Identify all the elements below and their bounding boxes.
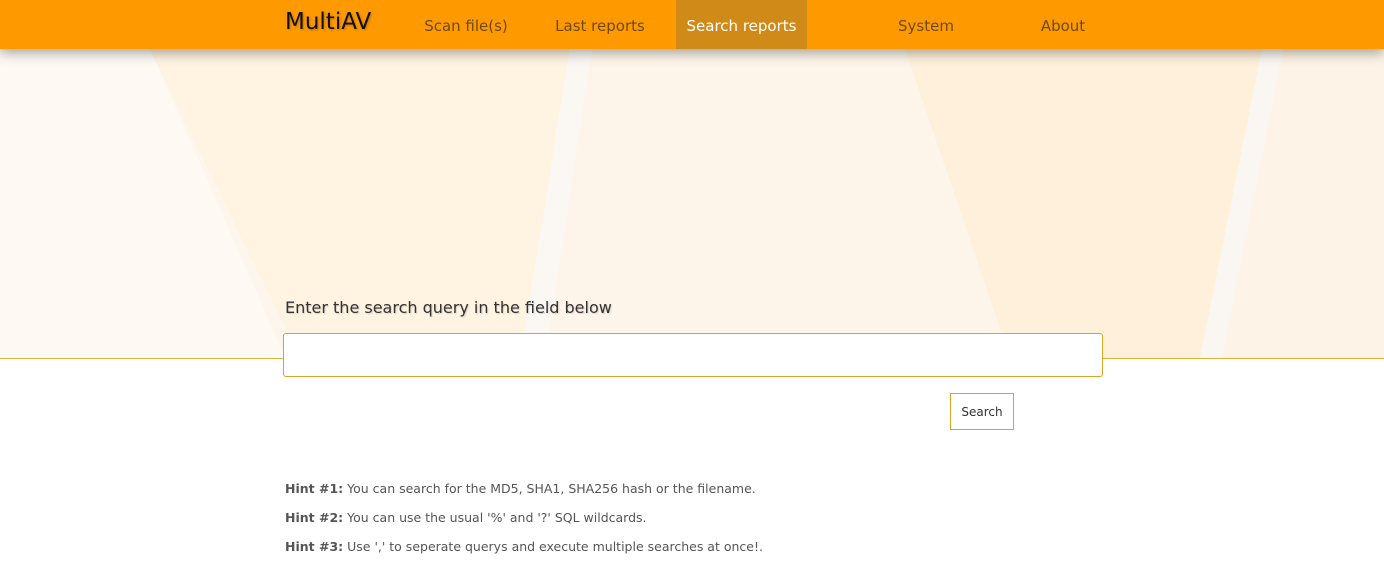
nav-system[interactable]: System: [886, 0, 966, 49]
search-input[interactable]: [283, 333, 1103, 377]
top-navbar: MultiAV Scan file(s) Last reports Search…: [0, 0, 1384, 49]
hint-1-label: Hint #1:: [285, 481, 344, 496]
hint-3-label: Hint #3:: [285, 539, 344, 554]
search-prompt-label: Enter the search query in the field belo…: [285, 298, 612, 317]
nav-scan-files[interactable]: Scan file(s): [412, 0, 520, 49]
hero-banner: [0, 49, 1384, 359]
hint-2: Hint #2: You can use the usual '%' and '…: [285, 510, 647, 525]
nav-about[interactable]: About: [1030, 0, 1096, 49]
hint-2-label: Hint #2:: [285, 510, 344, 525]
nav-last-reports[interactable]: Last reports: [544, 0, 656, 49]
nav-search-reports[interactable]: Search reports: [676, 0, 807, 49]
hint-3: Hint #3: Use ',' to seperate querys and …: [285, 539, 763, 554]
hint-1-text: You can search for the MD5, SHA1, SHA256…: [347, 481, 756, 496]
hint-2-text: You can use the usual '%' and '?' SQL wi…: [347, 510, 647, 525]
hint-1: Hint #1: You can search for the MD5, SHA…: [285, 481, 756, 496]
search-button[interactable]: Search: [950, 393, 1014, 430]
brand-logo[interactable]: MultiAV: [285, 9, 371, 35]
hero-background-shapes: [0, 49, 1384, 358]
hint-3-text: Use ',' to seperate querys and execute m…: [347, 539, 763, 554]
